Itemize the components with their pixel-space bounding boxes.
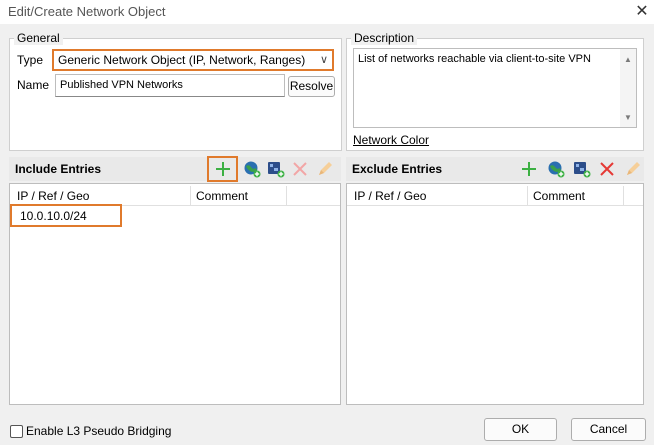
resolve-button[interactable]: Resolve — [288, 76, 335, 97]
exclude-list[interactable]: IP / Ref / Geo Comment — [346, 183, 644, 405]
edit-icon — [627, 162, 640, 175]
delete-icon — [293, 162, 307, 176]
delete-icon — [600, 162, 614, 176]
name-field[interactable]: Published VPN Networks — [55, 74, 285, 97]
globe-icon — [244, 161, 261, 178]
column-divider — [190, 186, 191, 206]
name-label: Name — [17, 78, 50, 92]
include-add-object-button[interactable] — [264, 157, 288, 181]
type-label: Type — [17, 53, 44, 67]
description-textarea[interactable]: List of networks reachable via client-to… — [353, 48, 637, 128]
close-icon[interactable]: ✕ — [631, 1, 653, 23]
column-divider — [527, 186, 528, 206]
include-edit-button[interactable] — [313, 157, 337, 181]
description-legend: Description — [351, 31, 418, 45]
chevron-down-icon: ∨ — [319, 54, 328, 66]
include-col-comment[interactable]: Comment — [196, 189, 248, 203]
column-divider — [286, 186, 287, 206]
exclude-add-object-button[interactable] — [570, 157, 594, 181]
edit-icon — [319, 162, 332, 175]
cancel-button[interactable]: Cancel — [571, 418, 646, 441]
exclude-col-comment[interactable]: Comment — [533, 189, 585, 203]
add-object-icon — [574, 162, 591, 178]
type-select-value: Generic Network Object (IP, Network, Ran… — [58, 53, 306, 67]
include-column-header: IP / Ref / Geo Comment — [10, 186, 340, 206]
exclude-add-button[interactable] — [517, 157, 541, 181]
plus-icon — [215, 162, 230, 176]
exclude-title: Exclude Entries — [352, 162, 443, 176]
exclude-delete-button[interactable] — [595, 157, 619, 181]
description-scrollbar[interactable]: ▲ ▼ — [620, 49, 636, 127]
plus-icon — [522, 162, 536, 176]
column-divider — [623, 186, 624, 206]
description-text: List of networks reachable via client-to… — [358, 53, 591, 65]
bridging-label[interactable]: Enable L3 Pseudo Bridging — [26, 424, 171, 438]
exclude-globe-button[interactable] — [544, 157, 568, 181]
include-globe-button[interactable] — [240, 157, 264, 181]
ok-button[interactable]: OK — [484, 418, 557, 441]
scroll-up-icon[interactable]: ▲ — [620, 55, 636, 64]
scroll-down-icon[interactable]: ▼ — [620, 113, 636, 122]
add-object-icon — [268, 162, 285, 178]
globe-icon — [548, 161, 565, 178]
window-title: Edit/Create Network Object — [8, 4, 166, 19]
network-color-link[interactable]: Network Color — [353, 133, 429, 147]
include-add-button[interactable] — [207, 156, 238, 182]
type-select[interactable]: Generic Network Object (IP, Network, Ran… — [52, 49, 334, 71]
exclude-column-header: IP / Ref / Geo Comment — [347, 186, 643, 206]
exclude-col-ip[interactable]: IP / Ref / Geo — [354, 189, 426, 203]
include-delete-button[interactable] — [288, 157, 312, 181]
general-legend: General — [14, 31, 63, 45]
bridging-checkbox[interactable] — [10, 425, 23, 438]
include-list[interactable]: IP / Ref / Geo Comment 10.0.10.0/24 — [9, 183, 341, 405]
include-col-ip[interactable]: IP / Ref / Geo — [17, 189, 89, 203]
exclude-edit-button[interactable] — [621, 157, 645, 181]
include-entry-row[interactable]: 10.0.10.0/24 — [10, 204, 122, 227]
include-title: Include Entries — [15, 162, 102, 176]
include-entry-ip: 10.0.10.0/24 — [20, 209, 87, 223]
